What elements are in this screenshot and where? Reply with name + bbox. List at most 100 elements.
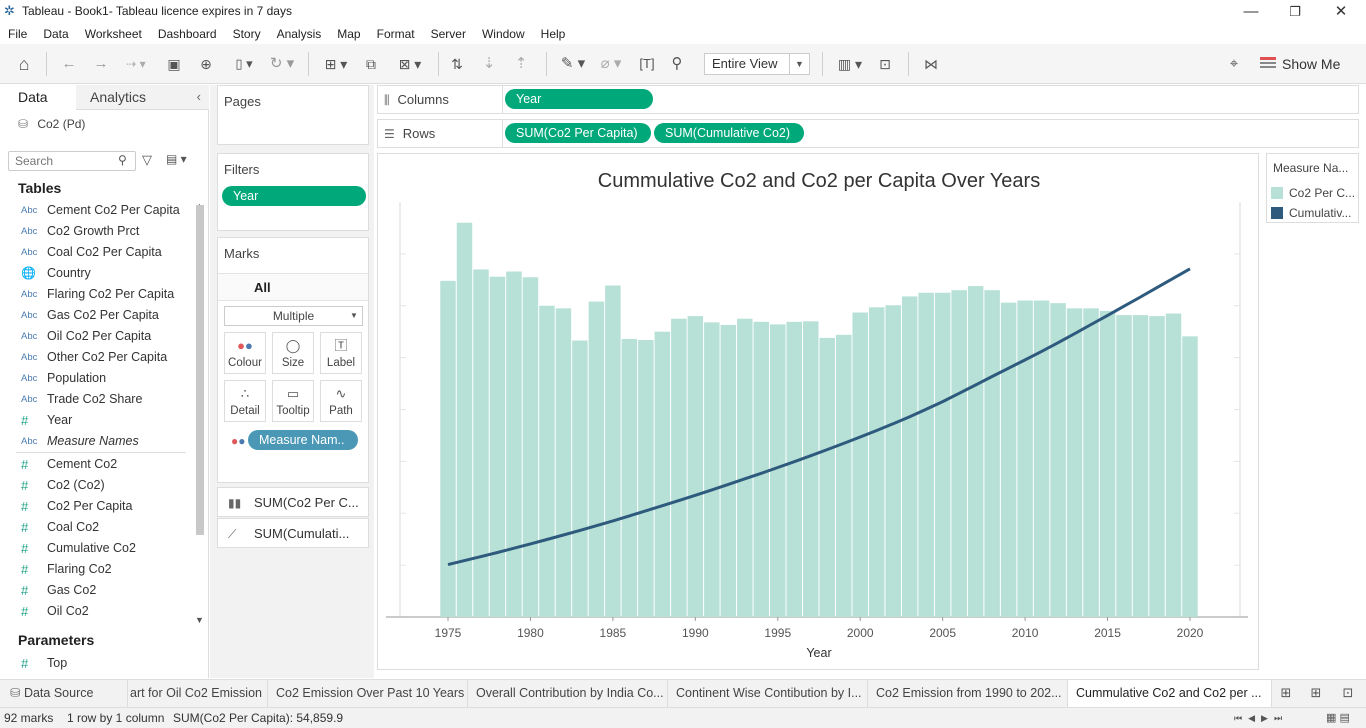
presentation-mode-icon[interactable]: ⊡	[874, 53, 896, 75]
field-item[interactable]: Abc Flaring Co2 Per Capita	[0, 284, 190, 305]
fix-axes-icon[interactable]: ⚲	[666, 53, 688, 75]
rows-shelf[interactable]: ☰ Rows SUM(Co2 Per Capita) SUM(Cumulative…	[377, 119, 1359, 148]
field-item[interactable]: # Co2 Per Capita	[0, 496, 190, 517]
detail-button[interactable]: ∴ Detail	[224, 380, 266, 422]
dual-axis-chart[interactable]: Cummulative Co2 and Co2 per Capita Over …	[378, 154, 1258, 669]
field-item[interactable]: # Year	[0, 410, 190, 431]
rows-pill-cumulative-co2[interactable]: SUM(Cumulative Co2)	[654, 123, 804, 143]
sheet-navigation-icons[interactable]: ⏮◀▶⏭	[1234, 708, 1288, 728]
home-icon[interactable]: ⌂	[12, 53, 36, 75]
columns-shelf[interactable]: ⫼ Columns Year	[377, 85, 1359, 114]
field-item[interactable]: # Top	[0, 653, 190, 674]
marks-all-tab[interactable]: All	[218, 273, 368, 301]
columns-pill-year[interactable]: Year	[505, 89, 653, 109]
field-item[interactable]: Abc Coal Co2 Per Capita	[0, 242, 190, 263]
field-item[interactable]: # Cement Co2	[0, 454, 190, 475]
colour-legend[interactable]: Measure Na... Co2 Per C... Cumulativ...	[1266, 153, 1359, 223]
new-worksheet-icon[interactable]: ⊞ ▾	[318, 53, 354, 75]
refresh-icon[interactable]: ↻ ▾	[264, 53, 300, 75]
field-item[interactable]: # Cumulative Co2	[0, 538, 190, 559]
field-item[interactable]: Abc Trade Co2 Share	[0, 389, 190, 410]
field-item[interactable]: Abc Measure Names	[0, 431, 190, 452]
close-button[interactable]: ✕	[1318, 2, 1364, 22]
new-worksheet-tab-icon[interactable]: ⊞	[1276, 682, 1296, 704]
filter-icon[interactable]: ▽	[142, 152, 152, 168]
field-item[interactable]: Abc Oil Co2 Per Capita	[0, 326, 190, 347]
menu-worksheet[interactable]: Worksheet	[77, 24, 150, 44]
scroll-down-icon[interactable]: ▼	[195, 615, 204, 625]
pause-updates-icon[interactable]: ▯ ▾	[226, 53, 262, 75]
sort-ascending-icon[interactable]: ⇣	[478, 53, 500, 75]
share-icon[interactable]: ⋈	[920, 53, 942, 75]
marks-section-co2-per-capita[interactable]: ▮▮ SUM(Co2 Per C...	[217, 487, 369, 517]
sheet-tab[interactable]: Continent Wise Contibution by I...	[668, 680, 868, 707]
tooltip-button[interactable]: ▭ Tooltip	[272, 380, 314, 422]
sheet-tab[interactable]: art for Oil Co2 Emission	[128, 680, 268, 707]
clear-sheet-icon[interactable]: ⊠ ▾	[392, 53, 428, 75]
group-members-icon[interactable]: ⌀ ▾	[594, 53, 628, 75]
minimize-button[interactable]: —	[1228, 2, 1274, 22]
filter-pill-year[interactable]: Year	[222, 186, 366, 206]
field-item[interactable]: Abc Cement Co2 Per Capita	[0, 200, 190, 221]
restore-button[interactable]: ❐	[1272, 2, 1318, 22]
show-mark-labels-icon[interactable]: [T]	[636, 53, 658, 75]
duplicate-sheet-icon[interactable]: ⧉	[360, 53, 382, 75]
new-dashboard-tab-icon[interactable]: ⊞	[1306, 682, 1326, 704]
show-cards-icon[interactable]: ▥ ▾	[832, 53, 868, 75]
field-item[interactable]: # Coal Co2	[0, 517, 190, 538]
menu-help[interactable]: Help	[533, 24, 574, 44]
highlight-icon[interactable]: ✎ ▾	[556, 53, 590, 75]
menu-map[interactable]: Map	[329, 24, 368, 44]
sheet-tab[interactable]: Overall Contribution by India Co...	[468, 680, 668, 707]
menu-window[interactable]: Window	[474, 24, 533, 44]
view-options-icon[interactable]: ▤ ▾	[166, 152, 187, 166]
worksheet-view[interactable]: Cummulative Co2 and Co2 per Capita Over …	[377, 153, 1259, 670]
label-button[interactable]: 🅃 Label	[320, 332, 362, 374]
data-source-item[interactable]: ⛁ Co2 (Pd)	[18, 117, 85, 131]
menu-data[interactable]: Data	[35, 24, 76, 44]
sheet-tab[interactable]: Co2 Emission Over Past 10 Years	[268, 680, 468, 707]
sheet-tab[interactable]: Co2 Emission from 1990 to 202...	[868, 680, 1068, 707]
show-me-button[interactable]: Show Me	[1260, 53, 1340, 75]
undo-icon[interactable]: ←	[58, 53, 80, 75]
format-painter-icon[interactable]: ⌖	[1222, 53, 1246, 75]
rows-pill-co2-per-capita[interactable]: SUM(Co2 Per Capita)	[505, 123, 651, 143]
menu-analysis[interactable]: Analysis	[269, 24, 330, 44]
measure-names-pill[interactable]: Measure Nam..	[248, 430, 358, 450]
sheet-tab-active[interactable]: Cummulative Co2 and Co2 per ...	[1068, 680, 1272, 707]
sheet-sorter-icon[interactable]: ▦ ▤	[1326, 708, 1350, 728]
field-item[interactable]: Abc Population	[0, 368, 190, 389]
menu-format[interactable]: Format	[369, 24, 423, 44]
new-data-source-icon[interactable]: ⊕	[194, 53, 218, 75]
tab-data[interactable]: Data	[0, 85, 76, 110]
redo-icon[interactable]: →	[90, 53, 112, 75]
field-item[interactable]: # Gas Co2	[0, 580, 190, 601]
field-item[interactable]: # Oil Co2	[0, 601, 190, 622]
field-item[interactable]: # Co2 (Co2)	[0, 475, 190, 496]
marks-section-cumulative[interactable]: ⟋ SUM(Cumulati...	[217, 518, 369, 548]
size-button[interactable]: ◯ Size	[272, 332, 314, 374]
data-source-tab[interactable]: ⛁ Data Source	[0, 680, 128, 707]
field-item[interactable]: # Flaring Co2	[0, 559, 190, 580]
menu-server[interactable]: Server	[423, 24, 474, 44]
field-item[interactable]: 🌐 Country	[0, 263, 190, 284]
tab-analytics[interactable]: Analytics ‹	[76, 85, 209, 110]
mark-type-dropdown[interactable]: Multiple ▼	[224, 306, 363, 326]
field-search-input[interactable]	[8, 151, 136, 171]
field-item[interactable]: Abc Co2 Growth Prct	[0, 221, 190, 242]
legend-item-co2-per-capita[interactable]: Co2 Per C...	[1271, 186, 1357, 200]
fit-dropdown[interactable]: Entire View ▼	[704, 53, 810, 75]
replay-icon[interactable]: ⇢ ▾	[120, 53, 152, 75]
legend-item-cumulative-co2[interactable]: Cumulativ...	[1271, 206, 1357, 220]
collapse-pane-icon[interactable]: ‹	[197, 85, 201, 109]
scrollbar-thumb[interactable]	[196, 205, 204, 535]
new-story-tab-icon[interactable]: ⊡	[1338, 682, 1358, 704]
swap-rows-columns-icon[interactable]: ⇅	[446, 53, 468, 75]
pages-card[interactable]: Pages	[217, 85, 369, 145]
filters-card[interactable]: Filters Year	[217, 153, 369, 231]
path-button[interactable]: ∿ Path	[320, 380, 362, 422]
field-list-scrollbar[interactable]: ▲ ▼	[193, 201, 207, 630]
field-item[interactable]: Abc Gas Co2 Per Capita	[0, 305, 190, 326]
save-icon[interactable]: ▣	[164, 53, 184, 75]
field-item[interactable]: Abc Other Co2 Per Capita	[0, 347, 190, 368]
